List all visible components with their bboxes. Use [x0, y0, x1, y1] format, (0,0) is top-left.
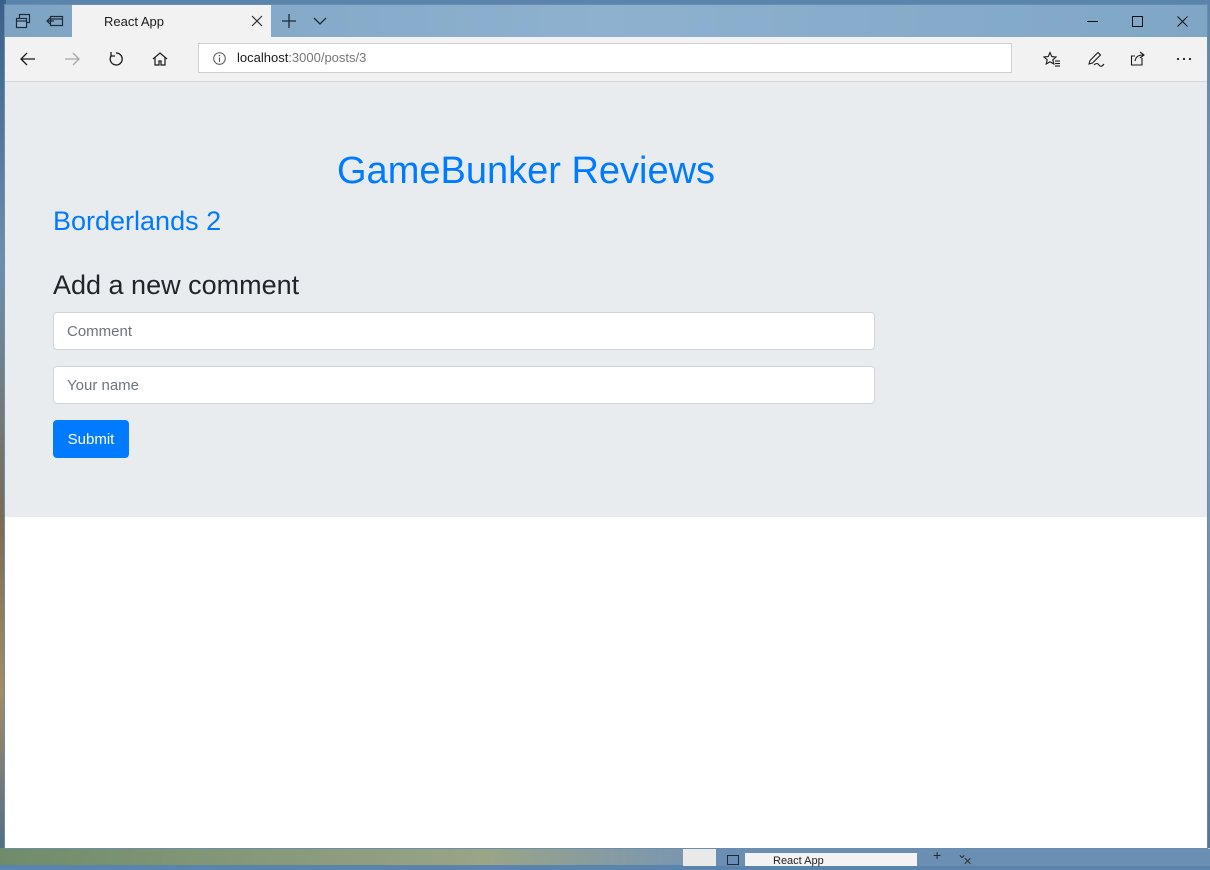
post-title[interactable]: Borderlands 2 [53, 206, 221, 237]
submit-button[interactable]: Submit [53, 420, 129, 458]
minimize-button[interactable] [1069, 5, 1115, 37]
new-tab-button[interactable] [275, 5, 303, 37]
address-bar[interactable]: localhost:3000/posts/3 [198, 43, 1012, 73]
plus-icon [282, 14, 296, 28]
forward-arrow-icon [64, 52, 80, 66]
info-icon[interactable] [213, 52, 226, 65]
tab-actions-icon [727, 855, 739, 865]
plus-icon[interactable]: + [933, 847, 941, 863]
share-icon [1130, 51, 1148, 67]
background-window-tab-title: React App [773, 855, 824, 867]
close-icon[interactable] [247, 11, 267, 31]
titlebar: React App [5, 5, 1207, 37]
notes-button[interactable] [1079, 43, 1113, 75]
browser-window: React App localhost:3000/posts/3 GameBun… [5, 5, 1207, 848]
maximize-button[interactable] [1114, 5, 1160, 37]
page-content: GameBunker Reviews Borderlands 2 Add a n… [5, 82, 1207, 848]
tab-title: React App [104, 14, 164, 29]
home-icon [152, 51, 168, 67]
set-aside-tabs-icon [46, 13, 64, 29]
chevron-down-icon[interactable]: ⌄ [957, 847, 967, 861]
minimize-icon [1086, 16, 1098, 27]
refresh-icon [108, 51, 124, 67]
background-browser-window[interactable]: React App ✕ + ⌄ [683, 847, 1210, 868]
url-path: :3000/posts/3 [288, 50, 367, 65]
chevron-down-icon [313, 17, 327, 25]
more-button[interactable] [1167, 43, 1201, 75]
url-host: localhost [237, 50, 289, 65]
close-window-button[interactable] [1159, 5, 1205, 37]
navigation-bar: localhost:3000/posts/3 [5, 37, 1207, 82]
jumbotron: GameBunker Reviews Borderlands 2 Add a n… [5, 82, 1207, 517]
forward-button[interactable] [55, 43, 89, 75]
comment-input[interactable] [53, 312, 875, 350]
comment-form-heading: Add a new comment [53, 270, 300, 300]
set-aside-tabs-button[interactable] [39, 5, 71, 37]
background-window-tab[interactable]: React App ✕ [745, 853, 972, 868]
maximize-icon [1131, 15, 1143, 27]
tab-preview-button[interactable] [307, 5, 333, 37]
pen-icon [1087, 51, 1105, 67]
favorites-icon [1043, 51, 1061, 67]
close-icon [1176, 15, 1188, 27]
tab-actions-icon [15, 13, 31, 29]
tab-actions-button[interactable] [7, 5, 39, 37]
more-icon [1176, 57, 1192, 61]
back-button[interactable] [11, 43, 45, 75]
site-title[interactable]: GameBunker Reviews [337, 150, 715, 193]
share-button[interactable] [1122, 43, 1156, 75]
refresh-button[interactable] [99, 43, 133, 75]
favorites-button[interactable] [1035, 43, 1069, 75]
home-button[interactable] [143, 43, 177, 75]
back-arrow-icon [20, 52, 36, 66]
tab-react-app[interactable]: React App [72, 5, 271, 37]
name-input[interactable] [53, 366, 875, 404]
url-text: localhost:3000/posts/3 [237, 44, 366, 72]
